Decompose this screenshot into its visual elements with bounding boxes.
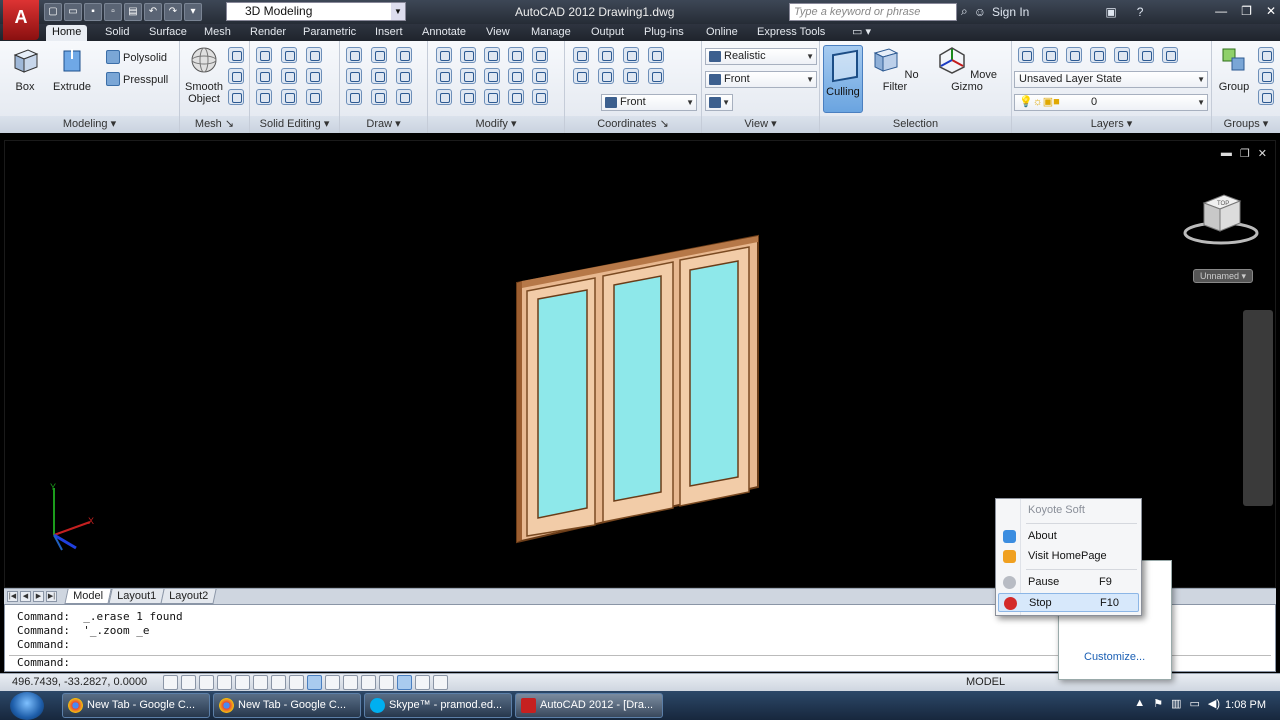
taskbar-item-autocad[interactable]: AutoCAD 2012 - [Dra... [515, 693, 663, 718]
stop-icon [1004, 597, 1017, 610]
selection-cycling-icon[interactable] [397, 675, 412, 690]
context-menu-header: Koyote Soft [1028, 504, 1085, 516]
dynamic-ucs-icon[interactable] [307, 675, 322, 690]
drafting-settings [163, 675, 448, 690]
lineweight-icon[interactable] [343, 675, 358, 690]
info-icon [1003, 530, 1016, 543]
coordinate-readout: 496.7439, -33.2827, 0.0000 [12, 676, 148, 688]
last-layout-icon[interactable]: ▶| [46, 591, 57, 602]
infer-constraints-icon[interactable] [163, 675, 178, 690]
polar-tracking-icon[interactable] [235, 675, 250, 690]
windows-taskbar: New Tab - Google C... New Tab - Google C… [0, 691, 1280, 720]
ucs-menu[interactable]: Unnamed ▾ [1193, 269, 1253, 283]
application-menu-button[interactable]: A [3, 0, 39, 40]
transparency-icon[interactable] [361, 675, 376, 690]
taskbar-label-2: New Tab - Google C... [238, 699, 347, 711]
menu-separator [1026, 569, 1137, 570]
chrome-icon [68, 698, 83, 713]
system-tray: ▲ ⚑ ▥ ▭ ◀) [1134, 697, 1220, 710]
menu-item-stop-label: Stop [1029, 597, 1052, 609]
tab-layout2[interactable]: Layout2 [160, 589, 217, 604]
window-glass-right [689, 260, 739, 487]
first-layout-icon[interactable]: |◀ [7, 591, 18, 602]
menu-item-pause-label: Pause [1028, 576, 1060, 588]
ucs-menu-label: Unnamed [1199, 271, 1239, 281]
flag-icon[interactable]: ⚑ [1153, 697, 1163, 710]
window-glass-middle [613, 275, 662, 502]
chrome-icon [219, 698, 234, 713]
viewcube[interactable]: TOP [1182, 185, 1260, 253]
annotation-monitor-icon[interactable] [415, 675, 430, 690]
menu-item-homepage-label: Visit HomePage [1028, 550, 1107, 562]
3d-object-snap-icon[interactable] [271, 675, 286, 690]
menu-item-about[interactable]: About [998, 527, 1139, 546]
monitor-icon[interactable]: ▭ [1189, 697, 1199, 710]
navigation-bar[interactable] [1243, 310, 1273, 506]
show-hidden-icons-icon[interactable]: ▲ [1134, 697, 1145, 710]
object-snap-icon[interactable] [253, 675, 268, 690]
menu-item-stop[interactable]: Stop F10 [998, 593, 1139, 612]
command-history-2: Command: '_.zoom _e [17, 624, 150, 637]
system-clock: 1:08 PM [1225, 699, 1266, 711]
taskbar-item-skype[interactable]: Skype™ - pramod.ed... [364, 693, 512, 718]
command-history-1: Command: _.erase 1 found [17, 610, 183, 623]
object-snap-tracking-icon[interactable] [289, 675, 304, 690]
dynamic-input-icon[interactable] [325, 675, 340, 690]
snap-mode-icon[interactable] [181, 675, 196, 690]
menu-separator [1026, 523, 1137, 524]
tab-layout1[interactable]: Layout1 [108, 589, 165, 604]
home-icon [1003, 550, 1016, 563]
command-history-3: Command: [17, 638, 70, 651]
next-layout-icon[interactable]: ▶ [33, 591, 44, 602]
tab-layout1-label: Layout1 [117, 590, 157, 602]
quickview-icon[interactable] [433, 675, 448, 690]
koyote-context-menu: Koyote Soft About Visit HomePage Pause F… [995, 498, 1142, 616]
skype-icon [370, 698, 385, 713]
tab-model[interactable]: Model [64, 589, 112, 604]
svg-text:X: X [88, 516, 94, 526]
menu-item-pause[interactable]: Pause F9 [998, 573, 1139, 592]
taskbar-label-3: Skype™ - pramod.ed... [389, 699, 503, 711]
volume-icon[interactable]: ◀) [1208, 697, 1220, 710]
window-glass-left [537, 289, 588, 519]
svg-text:Y: Y [50, 482, 56, 492]
start-button[interactable] [10, 692, 44, 720]
pause-icon [1003, 576, 1016, 589]
menu-item-stop-shortcut: F10 [1100, 597, 1119, 609]
menu-item-about-label: About [1028, 530, 1057, 542]
tab-layout2-label: Layout2 [169, 590, 209, 602]
taskbar-label-1: New Tab - Google C... [87, 699, 196, 711]
taskbar-item-chrome-1[interactable]: New Tab - Google C... [62, 693, 210, 718]
ortho-mode-icon[interactable] [217, 675, 232, 690]
previous-layout-icon[interactable]: ◀ [20, 591, 31, 602]
taskbar-item-chrome-2[interactable]: New Tab - Google C... [213, 693, 361, 718]
quick-properties-icon[interactable] [379, 675, 394, 690]
menu-item-pause-shortcut: F9 [1099, 576, 1112, 588]
menu-item-visit-homepage[interactable]: Visit HomePage [998, 547, 1139, 566]
viewcube-top-label: TOP [1217, 201, 1229, 207]
network-icon[interactable]: ▥ [1171, 697, 1181, 710]
grid-display-icon[interactable] [199, 675, 214, 690]
autocad-icon [521, 698, 536, 713]
customize-link[interactable]: Customize... [1084, 651, 1145, 663]
taskbar-label-4: AutoCAD 2012 - [Dra... [540, 699, 654, 711]
autocad-window: A ▢ ▭ ▪ ▫ ▤ ↶ ↷ ▾ 3D Modeling ▼ AutoCAD … [0, 0, 1280, 720]
ucs-icon: Y X [50, 482, 94, 551]
model-space-toggle[interactable]: MODEL [966, 676, 1005, 688]
tab-model-label: Model [73, 590, 104, 602]
